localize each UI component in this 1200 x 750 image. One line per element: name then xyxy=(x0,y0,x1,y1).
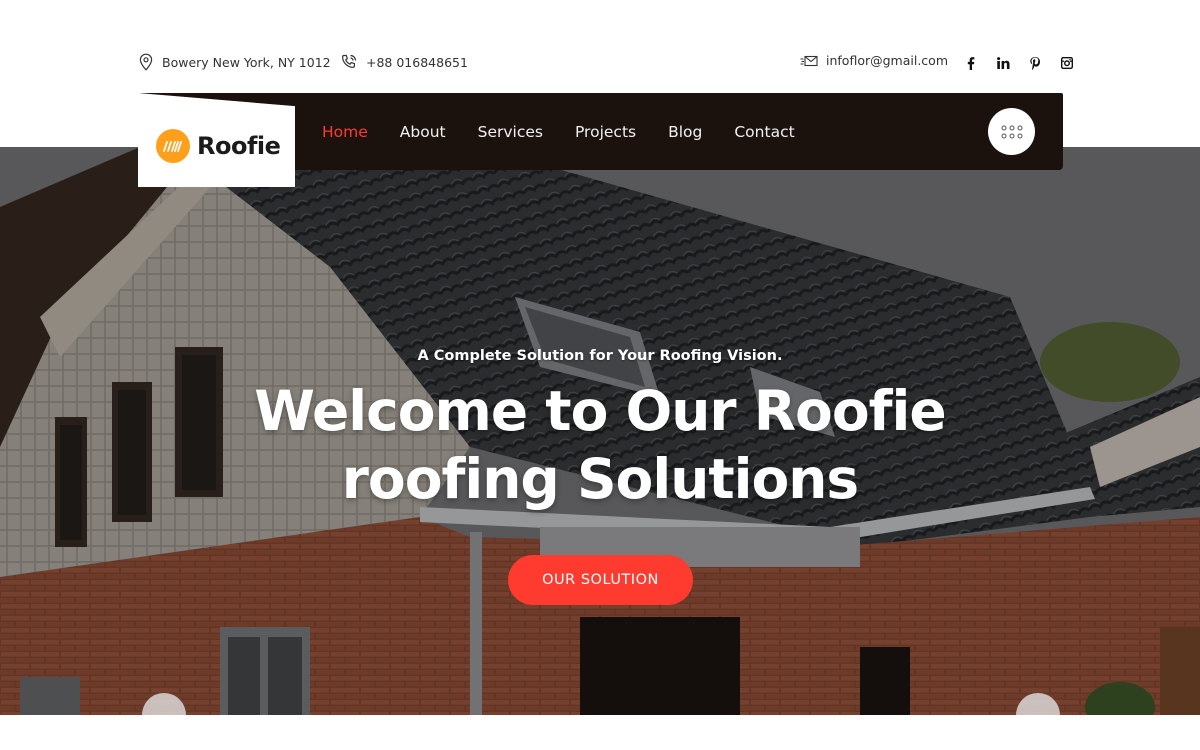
nav-item-blog[interactable]: Blog xyxy=(668,123,702,141)
linkedin-icon[interactable] xyxy=(987,54,1019,72)
nav-links: Home About Services Projects Blog Contac… xyxy=(322,93,827,170)
top-info-bar: Bowery New York, NY 1012 +88 016848651 i… xyxy=(0,0,1200,93)
location-pin-icon xyxy=(139,53,153,71)
hero-title-line-2: roofing Solutions xyxy=(341,447,859,511)
instagram-icon[interactable] xyxy=(1051,54,1083,72)
pinterest-icon[interactable] xyxy=(1019,54,1051,72)
nav-item-services[interactable]: Services xyxy=(478,123,543,141)
phone-info[interactable]: +88 016848651 xyxy=(340,53,468,71)
hero-title-line-1: Welcome to Our Roofie xyxy=(254,379,946,443)
facebook-icon[interactable] xyxy=(955,54,987,72)
grid-dots-icon xyxy=(1001,125,1022,138)
brand-name: Roofie xyxy=(197,132,281,160)
email-info[interactable]: infoflor@gmail.com xyxy=(800,53,948,68)
roofie-logo-icon xyxy=(156,129,190,163)
phone-icon xyxy=(341,54,357,68)
nav-item-projects[interactable]: Projects xyxy=(575,123,636,141)
address-info: Bowery New York, NY 1012 xyxy=(138,53,331,71)
social-links xyxy=(955,54,1083,72)
hero-slider: A Complete Solution for Your Roofing Vis… xyxy=(0,147,1200,715)
phone-text: +88 016848651 xyxy=(366,54,468,70)
hero-subtitle: A Complete Solution for Your Roofing Vis… xyxy=(417,348,783,364)
offcanvas-menu-button[interactable] xyxy=(988,108,1035,155)
hero-title: Welcome to Our Roofie roofing Solutions xyxy=(0,377,1200,513)
our-solution-button[interactable]: OUR SOLUTION xyxy=(508,555,693,605)
nav-item-home[interactable]: Home xyxy=(322,123,368,141)
logo-block: Roofie xyxy=(138,93,295,187)
address-text: Bowery New York, NY 1012 xyxy=(162,54,331,70)
nav-item-about[interactable]: About xyxy=(400,123,446,141)
brand-logo[interactable]: Roofie xyxy=(156,129,281,163)
email-icon xyxy=(800,55,818,66)
email-text: infoflor@gmail.com xyxy=(826,53,948,68)
nav-item-contact[interactable]: Contact xyxy=(734,123,794,141)
